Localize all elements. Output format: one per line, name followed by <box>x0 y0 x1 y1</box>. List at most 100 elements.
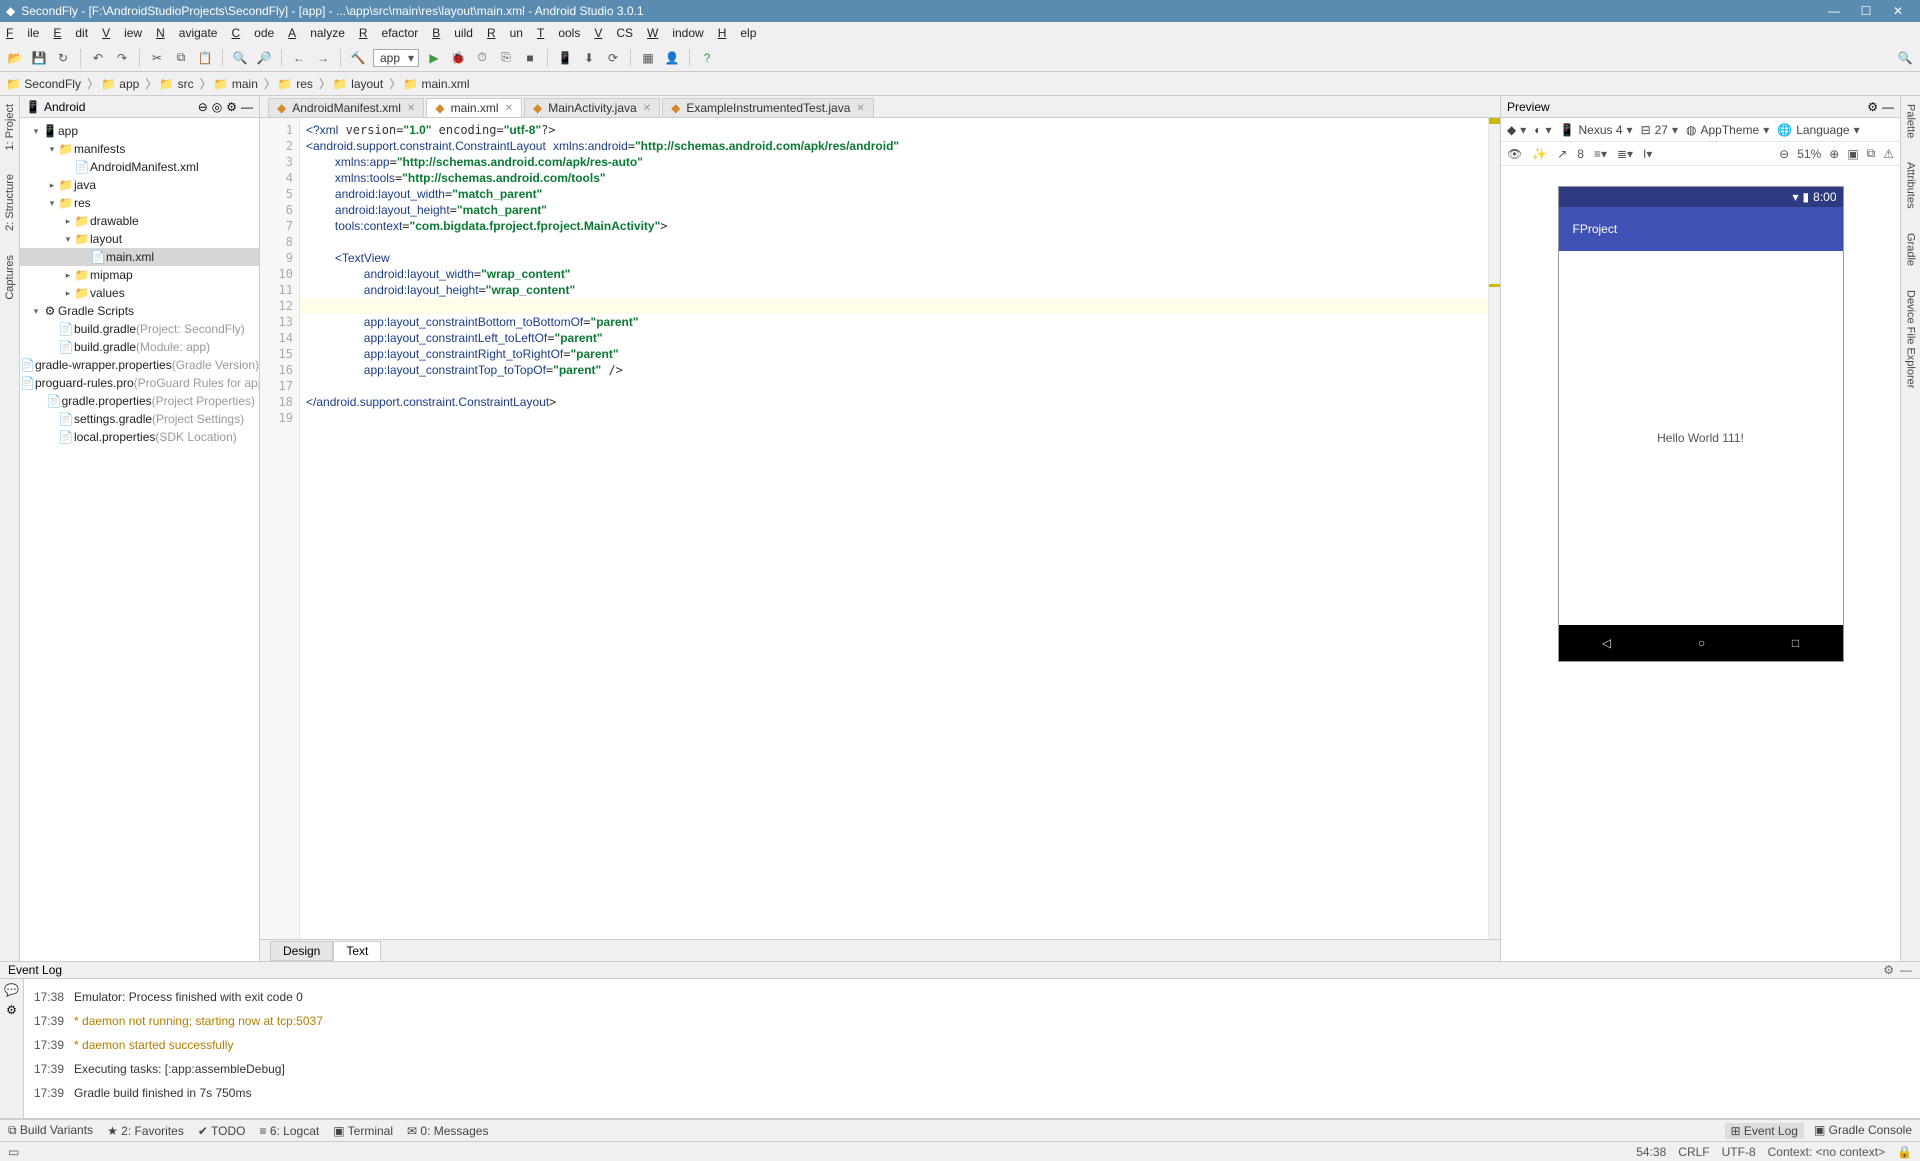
terminal-tab[interactable]: ▣ Terminal <box>333 1124 393 1138</box>
tree-item-proguardrulespro[interactable]: 📄proguard-rules.pro (ProGuard Rules for … <box>20 374 259 392</box>
editor-mode-design[interactable]: Design <box>270 941 333 961</box>
right-toggle-devicefileexplorer[interactable]: Device File Explorer <box>1905 290 1917 388</box>
sdk-icon[interactable]: ⬇ <box>580 49 598 67</box>
event-log-tab[interactable]: ⊞ Event Log <box>1725 1123 1804 1139</box>
run-config-combo[interactable]: app <box>373 49 419 67</box>
crumb-main.xml[interactable]: 📁 main.xml <box>403 77 469 91</box>
design-surface-combo[interactable]: ◆ <box>1507 123 1526 137</box>
menu-code[interactable]: Code <box>231 26 274 40</box>
layout-icon[interactable]: ▦ <box>639 49 657 67</box>
align2-icon[interactable]: ≣▾ <box>1617 147 1633 161</box>
tab-mainactivityjava[interactable]: ◆MainActivity.java✕ <box>524 98 660 117</box>
api-combo[interactable]: ⊟ 27 <box>1641 123 1678 137</box>
crumb-app[interactable]: 📁 app <box>101 77 139 91</box>
favorites-tab[interactable]: ★ 2: Favorites <box>107 1124 184 1138</box>
crumb-main[interactable]: 📁 main <box>214 77 258 91</box>
tree-item-androidmanifestxml[interactable]: 📄AndroidManifest.xml <box>20 158 259 176</box>
tree-item-gradlescripts[interactable]: ▾⚙Gradle Scripts <box>20 302 259 320</box>
profile-icon[interactable]: ⏱ <box>473 49 491 67</box>
menu-file[interactable]: File <box>6 26 39 40</box>
menu-run[interactable]: Run <box>487 26 523 40</box>
menu-analyze[interactable]: Analyze <box>288 26 345 40</box>
language-combo[interactable]: 🌐 Language <box>1777 123 1859 137</box>
cut-icon[interactable]: ✂ <box>148 49 166 67</box>
project-view-label[interactable]: Android <box>44 100 194 114</box>
line-ending[interactable]: CRLF <box>1678 1145 1709 1159</box>
sync-icon[interactable]: ↻ <box>54 49 72 67</box>
wand-icon[interactable]: ✨ <box>1532 147 1547 161</box>
tree-item-gradleproperties[interactable]: 📄gradle.properties (Project Properties) <box>20 392 259 410</box>
forward-icon[interactable]: → <box>314 49 332 67</box>
menu-build[interactable]: Build <box>432 26 473 40</box>
tree-item-buildgradle[interactable]: 📄build.gradle (Project: SecondFly) <box>20 320 259 338</box>
tree-item-localproperties[interactable]: 📄local.properties (SDK Location) <box>20 428 259 446</box>
lock-icon[interactable]: 🔒 <box>1897 1145 1912 1159</box>
right-toggle-gradle[interactable]: Gradle <box>1905 233 1917 266</box>
attach-icon[interactable]: ⎘ <box>497 49 515 67</box>
layers-icon[interactable]: ⧉ <box>1867 146 1876 161</box>
tree-item-gradlewrapperproperties[interactable]: 📄gradle-wrapper.properties (Gradle Versi… <box>20 356 259 374</box>
maximize-button[interactable]: ☐ <box>1850 4 1882 18</box>
search-icon[interactable]: 🔍 <box>1896 49 1914 67</box>
context[interactable]: Context: <no context> <box>1768 1145 1885 1159</box>
eye-icon[interactable]: 👁 <box>1507 147 1522 161</box>
gear-icon[interactable]: ⚙ <box>1867 100 1878 114</box>
zoom-in-icon[interactable]: ⊕ <box>1829 147 1839 161</box>
stop-icon[interactable]: ■ <box>521 49 539 67</box>
arrow-icon[interactable]: ↗ <box>1557 147 1567 161</box>
back-icon[interactable]: ← <box>290 49 308 67</box>
editor-mode-text[interactable]: Text <box>333 941 381 961</box>
tab-exampleinstrumentedtestjava[interactable]: ◆ExampleInstrumentedTest.java✕ <box>662 98 874 117</box>
redo-icon[interactable]: ↷ <box>113 49 131 67</box>
copy-icon[interactable]: ⧉ <box>172 49 190 67</box>
tree-item-res[interactable]: ▾📁res <box>20 194 259 212</box>
editor-code[interactable]: <?xml version="1.0" encoding="utf-8"?> <… <box>300 118 1488 939</box>
filter-icon[interactable]: ⚙ <box>6 1003 17 1017</box>
crumb-res[interactable]: 📁 res <box>278 77 313 91</box>
device-combo[interactable]: 📱 Nexus 4 <box>1560 123 1633 137</box>
tree-item-drawable[interactable]: ▸📁drawable <box>20 212 259 230</box>
warning-icon[interactable]: ⚠ <box>1883 147 1894 161</box>
crumb-layout[interactable]: 📁 layout <box>333 77 383 91</box>
project-tree[interactable]: ▾📱app▾📁manifests📄AndroidManifest.xml▸📁ja… <box>20 118 259 961</box>
sync2-icon[interactable]: ⟳ <box>604 49 622 67</box>
orientation-combo[interactable]: ◐ <box>1534 123 1551 137</box>
balloon-icon[interactable]: 💬 <box>4 983 19 997</box>
close-icon[interactable]: ✕ <box>643 103 651 114</box>
open-icon[interactable]: 📂 <box>6 49 24 67</box>
right-toggle-attributes[interactable]: Attributes <box>1905 162 1917 208</box>
hide-icon[interactable]: — <box>1900 963 1912 977</box>
gradle-console-tab[interactable]: ▣ Gradle Console <box>1814 1123 1912 1139</box>
save-icon[interactable]: 💾 <box>30 49 48 67</box>
build-variants-tab[interactable]: ⧉ Build Variants <box>8 1123 93 1138</box>
collapse-icon[interactable]: ⊖ <box>198 100 208 114</box>
menu-help[interactable]: Help <box>718 26 757 40</box>
help-icon[interactable]: ? <box>698 49 716 67</box>
gear-icon[interactable]: ⚙ <box>226 100 237 114</box>
menu-view[interactable]: View <box>102 26 142 40</box>
right-toggle-palette[interactable]: Palette <box>1905 104 1917 138</box>
close-icon[interactable]: ✕ <box>856 103 864 114</box>
tree-item-mainxml[interactable]: 📄main.xml <box>20 248 259 266</box>
left-toggle-captures[interactable]: Captures <box>4 255 16 300</box>
hammer-icon[interactable]: 🔨 <box>349 49 367 67</box>
menu-tools[interactable]: Tools <box>537 26 580 40</box>
left-toggle-structure[interactable]: 2: Structure <box>4 174 16 231</box>
tree-item-mipmap[interactable]: ▸📁mipmap <box>20 266 259 284</box>
gear-icon[interactable]: ⚙ <box>1883 963 1894 977</box>
menu-navigate[interactable]: Navigate <box>156 26 217 40</box>
fit-icon[interactable]: ▣ <box>1847 147 1858 161</box>
logcat-tab[interactable]: ≡ 6: Logcat <box>259 1124 319 1138</box>
profile2-icon[interactable]: 👤 <box>663 49 681 67</box>
tab-androidmanifestxml[interactable]: ◆AndroidManifest.xml✕ <box>268 98 424 117</box>
tree-item-manifests[interactable]: ▾📁manifests <box>20 140 259 158</box>
messages-tab[interactable]: ✉ 0: Messages <box>407 1124 488 1138</box>
close-icon[interactable]: ✕ <box>407 103 415 114</box>
left-toggle-project[interactable]: 1: Project <box>4 104 16 150</box>
tree-item-app[interactable]: ▾📱app <box>20 122 259 140</box>
tab-mainxml[interactable]: ◆main.xml✕ <box>426 98 522 117</box>
close-icon[interactable]: ✕ <box>505 103 513 114</box>
run-icon[interactable]: ▶ <box>425 49 443 67</box>
hide-icon[interactable]: — <box>1882 100 1894 114</box>
encoding[interactable]: UTF-8 <box>1722 1145 1756 1159</box>
